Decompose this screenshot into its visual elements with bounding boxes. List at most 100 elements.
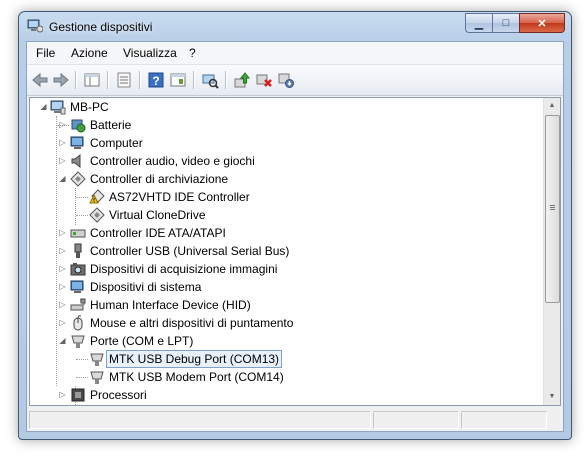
toolbar-separator xyxy=(225,71,227,89)
tree-item-label: Virtual CloneDrive xyxy=(109,208,206,222)
tree-item-label: MB-PC xyxy=(70,100,109,114)
scroll-thumb[interactable] xyxy=(545,115,560,303)
tree-connector xyxy=(76,377,88,378)
disable-icon[interactable] xyxy=(277,71,295,89)
tree-item-hid[interactable]: ▷ Human Interface Device (HID) xyxy=(30,296,540,314)
battery-icon xyxy=(71,119,86,133)
hid-icon xyxy=(70,298,86,311)
expand-arrow-icon[interactable]: ▷ xyxy=(58,386,67,404)
storage-controller-icon xyxy=(70,171,86,187)
tree-connector xyxy=(76,215,88,216)
window-client-area: File Azione Visualizza ? ? ◢ MB-PC ▷ Bat… xyxy=(26,41,564,432)
tree-item-mtk-modem-port[interactable]: MTK USB Modem Port (COM14) xyxy=(30,368,540,386)
tree-item-mb-pc[interactable]: ◢ MB-PC xyxy=(30,98,540,116)
tree-item-label: Controller USB (Universal Serial Bus) xyxy=(90,244,290,258)
tree-item-label-selected: MTK USB Debug Port (COM13) xyxy=(106,350,283,368)
mouse-icon xyxy=(73,315,83,331)
tree-item-label: Dispositivi di acquisizione immagini xyxy=(90,262,278,276)
scroll-up-arrow-icon[interactable]: ▲ xyxy=(544,98,560,114)
expand-arrow-icon[interactable]: ▷ xyxy=(58,260,67,278)
svg-text:?: ? xyxy=(152,74,159,88)
system-device-icon xyxy=(70,280,84,293)
tree-item-mtk-debug-port[interactable]: MTK USB Debug Port (COM13) xyxy=(30,350,540,368)
expand-arrow-icon[interactable]: ▷ xyxy=(58,224,67,242)
vertical-scrollbar[interactable]: ▲ ▼ xyxy=(543,98,560,405)
toolbar: ? xyxy=(27,65,563,96)
collapse-arrow-icon[interactable]: ◢ xyxy=(58,332,67,350)
device-tree[interactable]: ◢ MB-PC ▷ Batterie ▷ Computer ▷ Controll… xyxy=(29,97,561,406)
computer-root-icon xyxy=(50,100,66,115)
expand-arrow-icon[interactable]: ▷ xyxy=(58,296,67,314)
show-hide-tree-icon[interactable] xyxy=(83,71,101,89)
menu-visualizza[interactable]: Visualizza xyxy=(123,46,177,60)
tree-connector xyxy=(76,197,88,198)
grip-line xyxy=(550,209,555,210)
tree-item-virtual-clonedrive[interactable]: Virtual CloneDrive xyxy=(30,206,540,224)
update-driver-icon[interactable] xyxy=(233,71,251,89)
tree-item-audio[interactable]: ▷ Controller audio, video e giochi xyxy=(30,152,540,170)
maximize-button[interactable]: □ xyxy=(492,13,520,33)
computer-icon xyxy=(70,136,84,149)
scan-hardware-icon[interactable] xyxy=(201,71,219,89)
properties-icon[interactable] xyxy=(115,71,133,89)
menu-file[interactable]: File xyxy=(36,46,55,60)
processor-icon xyxy=(71,388,85,402)
tree-item-processori[interactable]: ▷ Processori xyxy=(30,386,540,404)
device-manager-app-icon xyxy=(27,19,43,33)
tree-item-imaging[interactable]: ▷ Dispositivi di acquisizione immagini xyxy=(30,260,540,278)
toolbar-separator xyxy=(139,71,141,89)
tree-item-label: Computer xyxy=(90,136,143,150)
tree-item-as72vhtd[interactable]: AS72VHTD IDE Controller xyxy=(30,188,540,206)
tree-item-batterie[interactable]: ▷ Batterie xyxy=(30,116,540,134)
back-icon[interactable] xyxy=(31,71,49,89)
status-bar xyxy=(27,408,563,431)
port-icon xyxy=(90,371,104,384)
tree-item-computer[interactable]: ▷ Computer xyxy=(30,134,540,152)
collapse-arrow-icon[interactable]: ◢ xyxy=(58,170,67,188)
toolbar-separator xyxy=(107,71,109,89)
expand-arrow-icon[interactable]: ▷ xyxy=(58,314,67,332)
collapse-arrow-icon[interactable]: ◢ xyxy=(39,98,48,116)
tree-item-porte[interactable]: ◢ Porte (COM e LPT) xyxy=(30,332,540,350)
tree-item-label: Mouse e altri dispositivi di puntamento xyxy=(90,316,294,330)
close-button[interactable]: ✕ xyxy=(519,13,565,33)
help-icon[interactable]: ? xyxy=(147,71,165,89)
storage-controller-icon xyxy=(89,207,105,223)
tree-item-ide-ata[interactable]: ▷ Controller IDE ATA/ATAPI xyxy=(30,224,540,242)
expand-arrow-icon[interactable]: ▷ xyxy=(58,116,67,134)
title-bar[interactable]: Gestione dispositivi ▁ □ ✕ xyxy=(19,12,571,40)
expand-arrow-icon[interactable]: ▷ xyxy=(58,134,67,152)
tree-connector xyxy=(76,359,88,360)
scroll-down-arrow-icon[interactable]: ▼ xyxy=(544,389,560,405)
expand-arrow-icon[interactable]: ▷ xyxy=(58,242,67,260)
ide-icon xyxy=(70,229,86,238)
console-tree-icon[interactable] xyxy=(169,71,187,89)
tree-item-mouse[interactable]: ▷ Mouse e altri dispositivi di puntament… xyxy=(30,314,540,332)
maximize-icon: □ xyxy=(502,17,510,29)
tree-item-label: Controller IDE ATA/ATAPI xyxy=(90,226,226,240)
grip-line xyxy=(550,205,555,206)
forward-icon[interactable] xyxy=(52,71,70,89)
menu-help[interactable]: ? xyxy=(189,46,196,60)
menu-azione[interactable]: Azione xyxy=(71,46,108,60)
tree-item-label: MTK USB Modem Port (COM14) xyxy=(109,370,284,384)
status-pane xyxy=(461,411,547,429)
tree-item-archiviazione[interactable]: ◢ Controller di archiviazione xyxy=(30,170,540,188)
speaker-icon xyxy=(71,153,81,169)
expand-arrow-icon[interactable]: ▷ xyxy=(58,278,67,296)
tree-item-label: Controller audio, video e giochi xyxy=(90,154,255,168)
window-title: Gestione dispositivi xyxy=(49,20,153,34)
uninstall-icon[interactable] xyxy=(255,71,273,89)
tree-item-label: Controller di archiviazione xyxy=(90,172,229,186)
tree-item-system-devices[interactable]: ▷ Dispositivi di sistema xyxy=(30,278,540,296)
toolbar-separator xyxy=(75,71,77,89)
expand-arrow-icon[interactable]: ▷ xyxy=(58,152,67,170)
tree-item-usb[interactable]: ▷ Controller USB (Universal Serial Bus) xyxy=(30,242,540,260)
port-icon xyxy=(71,335,85,348)
minimize-button[interactable]: ▁ xyxy=(465,13,493,33)
tree-item-label: Porte (COM e LPT) xyxy=(90,334,194,348)
tree-item-label: Dispositivi di sistema xyxy=(90,280,202,294)
status-pane xyxy=(29,411,371,429)
grip-line xyxy=(550,207,555,208)
close-icon: ✕ xyxy=(537,17,547,30)
